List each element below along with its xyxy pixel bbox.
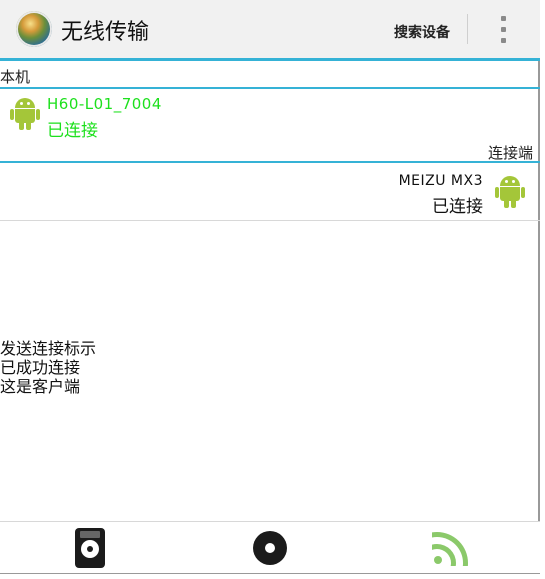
- log-line: 发送连接标示: [0, 339, 97, 358]
- client-section-label: 连接端: [487, 144, 533, 162]
- client-section-divider: [0, 161, 540, 163]
- local-section-label: 本机: [0, 68, 31, 86]
- local-device-status: 已连接: [47, 121, 98, 141]
- log-line: 已成功连接: [0, 358, 81, 377]
- log-line: 这是客户端: [0, 377, 81, 396]
- app-title: 无线传输: [61, 20, 150, 45]
- local-section-divider: [0, 87, 540, 89]
- overflow-menu-icon[interactable]: [495, 14, 513, 46]
- app-globe-icon[interactable]: [16, 11, 52, 47]
- search-devices-button[interactable]: 搜索设备: [388, 20, 456, 44]
- android-icon: [495, 176, 525, 208]
- wireless-signal-icon: [432, 530, 468, 566]
- app-window: 无线传输 搜索设备 本机 H60-L01_7004 已连接 连接端 MEIZU …: [0, 0, 540, 574]
- android-icon: [10, 98, 40, 130]
- action-bar-divider: [467, 14, 468, 44]
- tab-record-disc[interactable]: [180, 522, 360, 573]
- action-bar: 无线传输 搜索设备: [0, 0, 540, 61]
- bottom-tab-bar: [0, 521, 540, 573]
- client-device-status: 已连接: [432, 197, 483, 217]
- client-device-name: MEIZU MX3: [398, 173, 483, 189]
- connection-log: 发送连接标示 已成功连接 这是客户端: [0, 339, 96, 396]
- tab-music-player[interactable]: [0, 522, 180, 573]
- tab-wireless[interactable]: [360, 522, 540, 573]
- local-device-name: H60-L01_7004: [47, 95, 162, 113]
- record-disc-icon: [253, 530, 287, 565]
- client-list-divider: [0, 220, 540, 221]
- music-player-icon: [75, 527, 105, 568]
